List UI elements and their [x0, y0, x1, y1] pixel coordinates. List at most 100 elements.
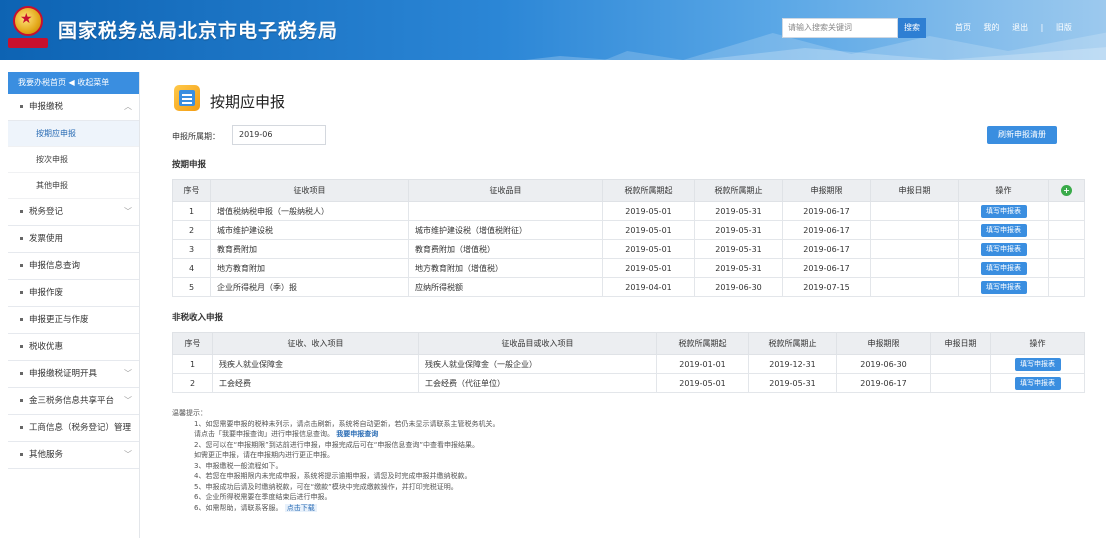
action-cell: 填写申报表 — [958, 220, 1049, 240]
table-cell — [870, 220, 959, 240]
section-title-nontax: 非税收入申报 — [172, 313, 224, 323]
table-cell: 企业所得税月（季）报 — [210, 277, 409, 297]
col-header: 税款所属期起 — [602, 179, 695, 202]
top-links: 首页 我的 退出 | 旧版 — [955, 22, 1082, 33]
table-cell: 城市维护建设税 — [210, 220, 409, 240]
chevron-down-icon: ﹀ — [124, 396, 132, 405]
sidebar-subitem-other[interactable]: 其他申报 — [8, 173, 140, 199]
fill-declaration-button[interactable]: 填写申报表 — [980, 204, 1027, 218]
table-cell: 2019-05-31 — [748, 373, 837, 393]
fill-declaration-button[interactable]: 填写申报表 — [1014, 357, 1061, 371]
col-header: 申报日期 — [930, 332, 991, 355]
table-cell — [930, 354, 991, 374]
table-cell — [870, 277, 959, 297]
table-cell: 工会经费 — [212, 373, 419, 393]
col-header: 序号 — [172, 179, 211, 202]
col-header: 申报期限 — [782, 179, 871, 202]
table-cell — [1048, 258, 1085, 278]
fill-declaration-button[interactable]: 填写申报表 — [1014, 376, 1061, 390]
table-cell: 3 — [172, 239, 211, 259]
period-input[interactable]: 2019-06 — [232, 125, 326, 145]
tip-line: 5、申报成功后请及时缴纳税款，可在“缴款”模块中完成缴款操作，并打印完税证明。 — [194, 482, 458, 491]
table-cell: 2019-05-31 — [694, 220, 783, 240]
old-version-link[interactable]: 旧版 — [1056, 23, 1072, 32]
mine-link[interactable]: 我的 — [984, 23, 1000, 32]
action-cell: 填写申报表 — [958, 201, 1049, 221]
add-icon[interactable]: + — [1061, 185, 1072, 196]
table-cell — [408, 201, 603, 221]
table-cell: 城市维护建设税（增值税附征） — [408, 220, 603, 240]
table-cell: 2019-06-17 — [782, 220, 871, 240]
sidebar: 我要办税首页 ◀ 收起菜单 申报缴税 ︿ 按期应申报 按次申报 其他申报 税务登记… — [8, 72, 140, 469]
sidebar-item-business-info[interactable]: 工商信息（税务登记）管理 — [8, 415, 140, 442]
site-title: 国家税务总局北京市电子税务局 — [58, 20, 339, 42]
fill-declaration-button[interactable]: 填写申报表 — [980, 242, 1027, 256]
table-row: 1 增值税纳税申报（一般纳税人） 2019-05-01 2019-05-31 2019-… — [172, 201, 1085, 221]
table-cell — [1048, 220, 1085, 240]
sidebar-header[interactable]: 我要办税首页 ◀ 收起菜单 — [8, 72, 140, 94]
action-cell: 填写申报表 — [958, 277, 1049, 297]
sidebar-item-void[interactable]: 申报作废 — [8, 280, 140, 307]
chevron-down-icon: ﹀ — [124, 450, 132, 459]
col-header: 税款所属期起 — [656, 332, 749, 355]
table-row: 2 工会经费 工会经费（代征单位） 2019-05-01 2019-05-31 2019-… — [172, 373, 1085, 393]
sidebar-item-invoice[interactable]: 发票使用 — [8, 226, 140, 253]
tip-line: 如需更正申报，请在申报期内进行更正申报。 — [194, 451, 334, 459]
sidebar-item-certificate[interactable]: 申报缴税证明开具 ﹀ — [8, 361, 140, 388]
declare-query-link[interactable]: 我要申报查询 — [336, 430, 378, 438]
table-cell — [1048, 277, 1085, 297]
table-row: 2 城市维护建设税 城市维护建设税（增值税附征） 2019-05-01 2019-05-… — [172, 220, 1085, 240]
action-cell: 填写申报表 — [990, 373, 1085, 393]
sidebar-item-other-services[interactable]: 其他服务 ﹀ — [8, 442, 140, 469]
download-link[interactable]: 点击下载 — [284, 503, 317, 512]
table-row: 4 地方教育附加 地方教育附加（增值税） 2019-05-01 2019-05-31 20… — [172, 258, 1085, 278]
sidebar-subitem-periodic[interactable]: 按期应申报 — [8, 121, 140, 147]
sidebar-item-preferential[interactable]: 税收优惠 — [8, 334, 140, 361]
fill-declaration-button[interactable]: 填写申报表 — [980, 223, 1027, 237]
table-cell: 2019-05-01 — [656, 373, 749, 393]
sidebar-subitem-per-time[interactable]: 按次申报 — [8, 147, 140, 173]
tax-emblem-icon: ★ — [8, 6, 48, 52]
search-input[interactable]: 请输入搜索关键词 — [782, 18, 898, 38]
table-cell: 2019-06-17 — [782, 201, 871, 221]
table-cell: 2019-05-01 — [602, 239, 695, 259]
sidebar-item-share-platform[interactable]: 金三税务信息共享平台 ﹀ — [8, 388, 140, 415]
table-cell: 2019-06-30 — [694, 277, 783, 297]
sidebar-item-query[interactable]: 申报信息查询 — [8, 253, 140, 280]
table-cell: 地方教育附加 — [210, 258, 409, 278]
action-cell: 填写申报表 — [958, 258, 1049, 278]
sidebar-item-registration[interactable]: 税务登记 ﹀ — [8, 199, 140, 226]
table-cell: 2019-06-17 — [782, 258, 871, 278]
home-link[interactable]: 首页 — [955, 23, 971, 32]
sidebar-item-declare[interactable]: 申报缴税 ︿ — [8, 94, 140, 121]
tip-line: 6、企业所得税需要在季度结束后进行申报。 — [194, 493, 332, 501]
table-cell — [1048, 201, 1085, 221]
logout-link[interactable]: 退出 — [1012, 23, 1028, 32]
declare-page-icon — [174, 85, 200, 111]
section-title-periodic: 按期申报 — [172, 160, 207, 170]
tip-line: 3、申报缴税一般流程如下。 — [194, 461, 283, 470]
table-cell: 2019-12-31 — [748, 354, 837, 374]
tip-line: 1、如您需要申报的税种未列示，请点击刷新，系统将自动更新，若仍未显示请联系主管税… — [194, 419, 500, 428]
table-cell: 2019-04-01 — [602, 277, 695, 297]
action-cell: 填写申报表 — [990, 354, 1085, 374]
site-header: ★ 国家税务总局北京市电子税务局 请输入搜索关键词 搜索 首页 我的 退出 | … — [0, 0, 1106, 60]
fill-declaration-button[interactable]: 填写申报表 — [980, 261, 1027, 275]
table-cell: 4 — [172, 258, 211, 278]
col-header: 操作 — [990, 332, 1085, 355]
table-cell — [870, 239, 959, 259]
fill-declaration-button[interactable]: 填写申报表 — [980, 280, 1027, 294]
table-cell: 2019-05-01 — [602, 258, 695, 278]
chevron-down-icon: ﹀ — [124, 207, 132, 216]
table-cell: 工会经费（代征单位） — [418, 373, 657, 393]
refresh-list-button[interactable]: 刷新申报清册 — [987, 126, 1057, 144]
search-button[interactable]: 搜索 — [898, 18, 926, 38]
table-cell: 2019-06-17 — [836, 373, 931, 393]
table-cell: 2019-01-01 — [656, 354, 749, 374]
col-header: 征收品目或收入项目 — [418, 332, 657, 355]
period-label: 申报所属期： — [172, 132, 220, 141]
col-header: 征收品目 — [408, 179, 603, 202]
tip-line: 2、您可以在“申报期限”到达前进行申报，申报完成后可在“申报信息查询”中查看申报… — [194, 440, 479, 449]
sidebar-divider — [139, 72, 140, 538]
sidebar-item-correct[interactable]: 申报更正与作废 — [8, 307, 140, 334]
